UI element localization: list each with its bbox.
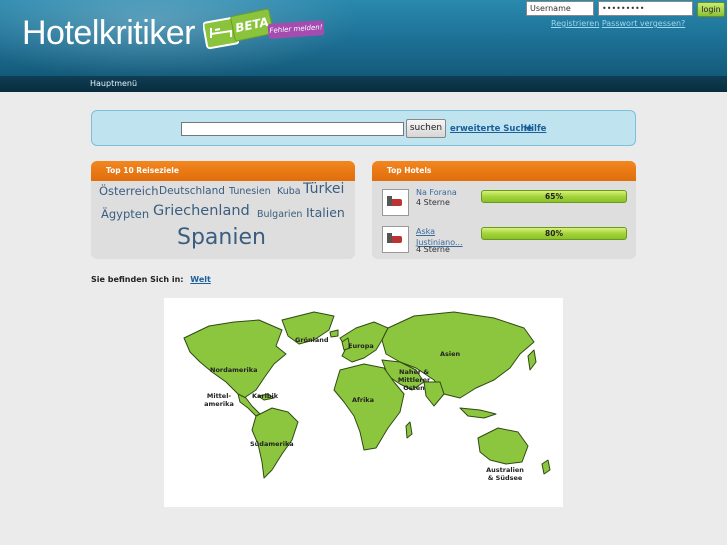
tag-kuba[interactable]: Kuba — [277, 186, 301, 197]
hotel-row: Na Forana 4 Sterne 65% — [372, 183, 636, 223]
site-logo[interactable]: Hotelkritiker — [22, 14, 195, 53]
region-iceland — [329, 329, 339, 338]
top-hotels-title: Top Hotels — [372, 161, 636, 181]
username-field[interactable] — [526, 1, 594, 16]
map-label-australia[interactable]: Australien & Südsee — [484, 466, 526, 482]
map-label-europe[interactable]: Europa — [348, 342, 374, 350]
tag-oesterreich[interactable]: Österreich — [99, 184, 159, 198]
region-new-zealand — [541, 459, 551, 475]
map-label-greenland[interactable]: Grönland — [295, 336, 329, 344]
hotel-thumbnail[interactable] — [382, 226, 409, 253]
region-australia — [477, 427, 529, 465]
top-destinations-panel: Top 10 Reiseziele Österreich Deutschland… — [91, 161, 355, 259]
hotel-rating-bar: 80% — [481, 227, 627, 240]
tag-griechenland[interactable]: Griechenland — [153, 203, 250, 219]
hotel-stars: 4 Sterne — [416, 245, 450, 254]
hotel-name-link[interactable]: Na Forana — [416, 188, 457, 197]
search-button[interactable]: suchen — [406, 119, 446, 138]
map-label-central-america[interactable]: Mittel-amerika — [202, 392, 236, 408]
tag-deutschland[interactable]: Deutschland — [159, 185, 225, 197]
top-hotels-panel: Top Hotels Na Forana 4 Sterne 65% Aska J… — [372, 161, 636, 259]
login-links: Registrieren Passwort vergessen? — [551, 19, 685, 28]
login-form: login — [525, 0, 727, 18]
region-madagascar — [405, 421, 413, 439]
map-label-south-america[interactable]: Südamerika — [250, 440, 294, 448]
region-indonesia — [459, 407, 497, 419]
hotel-row: Aska Justiniano... 4 Sterne 80% — [372, 221, 636, 259]
bed-icon — [387, 196, 402, 206]
help-link[interactable]: Hilfe — [524, 124, 546, 134]
tag-italien[interactable]: Italien — [306, 205, 345, 220]
top-destinations-title: Top 10 Reiseziele — [91, 161, 355, 181]
forgot-password-link[interactable]: Passwort vergessen? — [602, 19, 686, 28]
map-label-caribbean[interactable]: Karibik — [252, 392, 278, 400]
tag-tuerkei[interactable]: Türkei — [303, 181, 344, 197]
hotel-stars: 4 Sterne — [416, 198, 450, 207]
hotel-thumbnail[interactable] — [382, 189, 409, 216]
hotel-rating-bar: 65% — [481, 190, 627, 203]
tag-aegypten[interactable]: Ägypten — [101, 207, 149, 221]
register-link[interactable]: Registrieren — [551, 19, 599, 28]
map-label-africa[interactable]: Afrika — [352, 396, 374, 404]
region-japan — [527, 349, 537, 371]
breadcrumb-world-link[interactable]: Welt — [190, 275, 211, 284]
world-map: Grönland Europa Asien Nordamerika Naher … — [164, 298, 563, 507]
tag-bulgarien[interactable]: Bulgarien — [257, 209, 302, 220]
destination-tagcloud: Österreich Deutschland Tunesien Kuba Tür… — [91, 181, 355, 259]
map-label-asia[interactable]: Asien — [440, 350, 460, 358]
login-button[interactable]: login — [697, 2, 725, 17]
main-navbar: Hauptmenü — [0, 76, 727, 92]
bed-icon — [387, 233, 402, 243]
region-north-america — [183, 319, 287, 399]
search-input[interactable] — [181, 122, 404, 136]
map-label-middle-east[interactable]: Naher & Mittlerer Osten — [386, 368, 442, 392]
map-label-north-america[interactable]: Nordamerika — [210, 366, 257, 374]
advanced-search-link[interactable]: erweiterte Suche — [450, 124, 532, 134]
site-header: Hotelkritiker BETA Fehler melden! login … — [0, 0, 727, 76]
breadcrumb-label: Sie befinden Sich in: — [91, 275, 184, 284]
search-panel: suchen erweiterte Suche Hilfe — [91, 110, 636, 146]
nav-item-main-menu[interactable]: Hauptmenü — [90, 79, 137, 88]
breadcrumb: Sie befinden Sich in: Welt — [91, 275, 211, 284]
password-field[interactable] — [598, 1, 693, 16]
tag-spanien[interactable]: Spanien — [177, 225, 266, 250]
tag-tunesien[interactable]: Tunesien — [229, 186, 271, 197]
